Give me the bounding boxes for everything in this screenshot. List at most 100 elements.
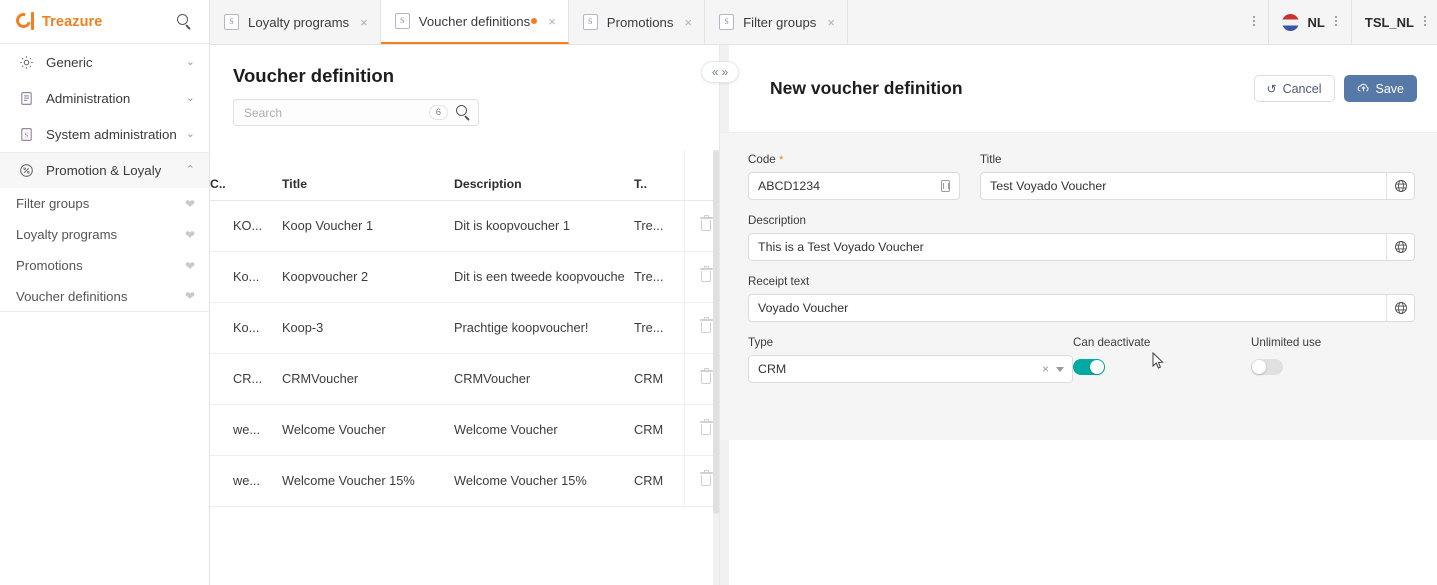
- close-icon[interactable]: ×: [684, 16, 692, 29]
- field-title: Title: [980, 153, 1415, 200]
- cell-description: Dit is een tweede koopvouche: [454, 251, 634, 303]
- cell-code: KO...: [210, 200, 282, 252]
- column-header-title[interactable]: Title: [282, 150, 454, 201]
- can-deactivate-toggle[interactable]: [1073, 359, 1105, 375]
- globe-icon[interactable]: [1386, 173, 1414, 199]
- trash-icon[interactable]: [699, 214, 713, 232]
- sidebar-item-loyalty-programs[interactable]: Loyalty programs ❤: [0, 219, 209, 250]
- toggle-knob: [1252, 360, 1266, 374]
- title-input-shell[interactable]: [980, 172, 1415, 200]
- trash-icon[interactable]: [699, 367, 713, 385]
- description-input[interactable]: [749, 234, 1386, 260]
- search-icon[interactable]: [454, 105, 472, 121]
- trash-icon[interactable]: [699, 265, 713, 283]
- cell-title: Welcome Voucher 15%: [282, 455, 454, 507]
- sidebar-item-system-administration[interactable]: S System administration ⌄: [0, 116, 209, 152]
- sidebar-item-promotions[interactable]: Promotions ❤: [0, 250, 209, 281]
- tab-promotions[interactable]: S Promotions ×: [568, 0, 706, 44]
- trash-icon[interactable]: [699, 469, 713, 487]
- cell-type: Tre...: [634, 200, 684, 252]
- tab-filter-groups[interactable]: S Filter groups ×: [705, 0, 848, 44]
- voucher-form-panel: « » New voucher definition ↺ Cancel Save…: [701, 45, 1437, 585]
- type-select[interactable]: CRM ×: [748, 355, 1073, 383]
- close-icon[interactable]: ×: [548, 15, 556, 28]
- form-header-actions: ↺ Cancel Save: [1253, 75, 1417, 102]
- table-row[interactable]: Ko... Koop-3 Prachtige koopvoucher! Tre.…: [210, 302, 728, 354]
- cell-title: Welcome Voucher: [282, 404, 454, 456]
- sidebar-item-promotion-loyalty[interactable]: Promotion & Loyaly ⌃: [0, 152, 209, 188]
- table-row[interactable]: we... Welcome Voucher 15% Welcome Vouche…: [210, 455, 728, 507]
- list-scrollbar-thumb[interactable]: [713, 150, 719, 514]
- sidebar-item-voucher-definitions[interactable]: Voucher definitions ❤: [0, 281, 209, 312]
- gear-icon: [16, 55, 36, 70]
- column-header-description[interactable]: Description: [454, 150, 634, 201]
- environment-selector[interactable]: TSL_NL: [1351, 0, 1437, 44]
- receipt-text-input[interactable]: [749, 295, 1386, 321]
- save-button[interactable]: Save: [1343, 75, 1417, 102]
- language-selector[interactable]: NL: [1268, 0, 1352, 44]
- field-label-title: Title: [980, 153, 1002, 166]
- receipt-text-input-shell[interactable]: [748, 294, 1415, 322]
- search-icon[interactable]: [173, 11, 195, 33]
- panel-collapse-toggle[interactable]: « »: [701, 61, 739, 83]
- clear-icon[interactable]: ×: [1042, 362, 1049, 376]
- tab-label: Filter groups: [743, 14, 817, 30]
- document-settings-icon: S: [224, 14, 239, 30]
- sidebar-item-filter-groups[interactable]: Filter groups ❤: [0, 188, 209, 219]
- globe-icon[interactable]: [1386, 295, 1414, 321]
- sidebar-item-label: Administration: [46, 90, 131, 106]
- table-header-row: C.. Title Description T..: [210, 150, 728, 201]
- chevron-down-icon: ⌄: [185, 91, 195, 104]
- unlimited-use-toggle[interactable]: [1251, 359, 1283, 375]
- kebab-menu-icon[interactable]: [1252, 14, 1256, 30]
- column-header-type[interactable]: T..: [634, 150, 684, 201]
- code-input[interactable]: [749, 173, 931, 199]
- heart-icon[interactable]: ❤: [185, 228, 195, 242]
- table-row[interactable]: KO... Koop Voucher 1 Dit is koopvoucher …: [210, 200, 728, 252]
- heart-icon[interactable]: ❤: [185, 197, 195, 211]
- cell-type: CRM: [634, 404, 684, 456]
- trash-icon[interactable]: [699, 316, 713, 334]
- close-icon[interactable]: ×: [360, 16, 368, 29]
- cell-type: CRM: [634, 455, 684, 507]
- list-scrollbar[interactable]: [713, 150, 719, 585]
- cancel-button[interactable]: ↺ Cancel: [1253, 75, 1335, 102]
- document-settings-icon: S: [582, 14, 598, 30]
- copy-icon[interactable]: [931, 173, 959, 199]
- brand-name: Treazure: [42, 13, 103, 30]
- field-label-unlimited-use: Unlimited use: [1251, 336, 1322, 349]
- close-icon[interactable]: ×: [827, 16, 835, 29]
- trash-icon[interactable]: [699, 418, 713, 436]
- sidebar-item-generic[interactable]: Generic ⌄: [0, 44, 209, 80]
- cell-description: Welcome Voucher 15%: [454, 455, 634, 507]
- heart-icon[interactable]: ❤: [185, 289, 195, 303]
- chevron-right-double-icon[interactable]: »: [722, 66, 729, 78]
- required-marker: *: [778, 154, 784, 166]
- search-box[interactable]: 6: [233, 99, 479, 126]
- search-row: 6: [210, 87, 719, 126]
- column-header-code[interactable]: C..: [210, 150, 282, 201]
- kebab-menu-icon[interactable]: [1423, 14, 1427, 30]
- code-input-shell[interactable]: [748, 172, 960, 200]
- sidebar-item-administration[interactable]: Administration ⌄: [0, 80, 209, 116]
- table-row[interactable]: CR... CRMVoucher CRMVoucher CRM: [210, 353, 728, 405]
- application-window: Treazure Generic ⌄ Administration ⌄ S Sy…: [0, 0, 1437, 585]
- heart-icon[interactable]: ❤: [185, 259, 195, 273]
- sidebar-item-label: System administration: [46, 126, 177, 142]
- chevron-down-icon[interactable]: [1056, 366, 1064, 372]
- table-row[interactable]: Ko... Koopvoucher 2 Dit is een tweede ko…: [210, 251, 728, 303]
- search-input[interactable]: [244, 105, 429, 120]
- chevron-left-double-icon[interactable]: «: [712, 66, 719, 78]
- cell-code: CR...: [210, 353, 282, 405]
- percent-circle-icon: [16, 163, 36, 178]
- language-code: NL: [1307, 14, 1325, 30]
- table-row[interactable]: we... Welcome Voucher Welcome Voucher CR…: [210, 404, 728, 456]
- document-settings-icon: S: [719, 14, 735, 30]
- title-input[interactable]: [981, 173, 1386, 199]
- description-input-shell[interactable]: [748, 233, 1415, 261]
- tab-voucher-definitions[interactable]: S Voucher definitions ×: [380, 0, 569, 44]
- cloud-upload-icon: [1357, 82, 1370, 96]
- tab-loyalty-programs[interactable]: S Loyalty programs ×: [210, 0, 381, 44]
- globe-icon[interactable]: [1386, 234, 1414, 260]
- kebab-menu-icon[interactable]: [1334, 14, 1338, 30]
